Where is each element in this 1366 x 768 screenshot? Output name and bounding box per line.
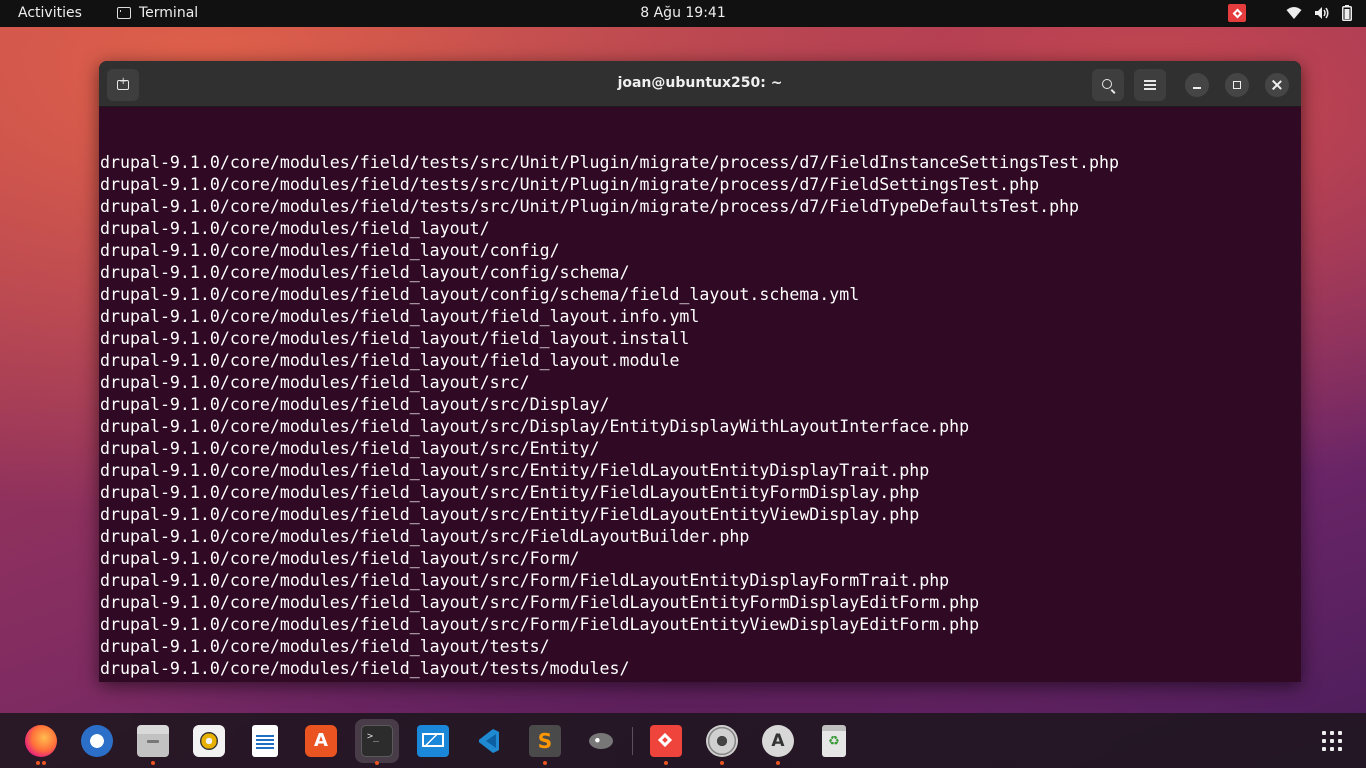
app-menu[interactable]: Terminal xyxy=(117,5,198,21)
dock-vscode[interactable] xyxy=(467,719,511,763)
terminal-line: drupal-9.1.0/core/modules/field_layout/t… xyxy=(100,680,1300,682)
terminal-line: drupal-9.1.0/core/modules/field_layout/s… xyxy=(100,417,970,436)
trash-icon xyxy=(822,725,846,757)
terminal-line: drupal-9.1.0/core/modules/field_layout/s… xyxy=(100,439,600,458)
dock-trash[interactable] xyxy=(812,719,856,763)
terminal-line: drupal-9.1.0/core/modules/field_layout/ xyxy=(100,219,490,238)
dock-rhythmbox[interactable] xyxy=(187,719,231,763)
volume-icon[interactable] xyxy=(1314,6,1330,20)
search-button[interactable] xyxy=(1092,69,1124,101)
gimp-icon xyxy=(585,725,617,757)
search-icon xyxy=(1102,79,1112,89)
software-updater-icon xyxy=(762,725,794,757)
dock-sublime[interactable] xyxy=(523,719,567,765)
dock xyxy=(0,713,1366,768)
dock-ubuntu-software[interactable] xyxy=(299,719,343,763)
close-icon xyxy=(1272,80,1282,90)
terminal-output[interactable]: drupal-9.1.0/core/modules/field/tests/sr… xyxy=(100,108,1300,682)
new-tab-icon xyxy=(117,76,129,90)
terminal-line: drupal-9.1.0/core/modules/field_layout/s… xyxy=(100,593,980,612)
minimize-icon xyxy=(1193,87,1201,89)
dock-system-monitor[interactable] xyxy=(411,719,455,763)
settings-icon xyxy=(706,725,738,757)
show-applications-button[interactable] xyxy=(1310,719,1354,763)
terminal-line: drupal-9.1.0/core/modules/field/tests/sr… xyxy=(100,175,1040,194)
terminal-line: drupal-9.1.0/core/modules/field/tests/sr… xyxy=(100,197,1080,216)
terminal-line: drupal-9.1.0/core/modules/field_layout/s… xyxy=(100,483,920,502)
dock-files[interactable] xyxy=(131,719,175,765)
system-monitor-icon xyxy=(417,725,449,757)
terminal-line: drupal-9.1.0/core/modules/field_layout/f… xyxy=(100,351,680,370)
hamburger-icon xyxy=(1144,80,1156,90)
maximize-icon xyxy=(1233,81,1241,89)
clock[interactable]: 8 Ağu 19:41 xyxy=(640,5,726,21)
terminal-line: drupal-9.1.0/core/modules/field_layout/s… xyxy=(100,505,920,524)
terminal-line: drupal-9.1.0/core/modules/field_layout/s… xyxy=(100,549,580,568)
menu-button[interactable] xyxy=(1134,69,1166,101)
sublime-text-icon xyxy=(529,725,561,757)
terminal-line: drupal-9.1.0/core/modules/field_layout/c… xyxy=(100,263,630,282)
minimize-button[interactable] xyxy=(1185,73,1209,97)
top-bar: Activities Terminal 8 Ağu 19:41 xyxy=(0,0,1366,27)
dock-settings[interactable] xyxy=(700,719,744,765)
terminal-line: drupal-9.1.0/core/modules/field_layout/f… xyxy=(100,329,690,348)
terminal-line: drupal-9.1.0/core/modules/field_layout/s… xyxy=(100,615,980,634)
files-icon xyxy=(137,725,169,757)
dock-software-updater[interactable] xyxy=(756,719,800,765)
dock-writer[interactable] xyxy=(243,719,287,763)
terminal-line: drupal-9.1.0/core/modules/field_layout/f… xyxy=(100,307,700,326)
dock-anydesk[interactable] xyxy=(644,719,688,765)
dock-thunderbird[interactable] xyxy=(75,719,119,763)
wifi-icon[interactable] xyxy=(1286,6,1302,20)
ubuntu-software-icon xyxy=(305,725,337,757)
app-grid-icon xyxy=(1322,731,1342,751)
dock-terminal[interactable] xyxy=(355,719,399,765)
battery-icon[interactable] xyxy=(1342,5,1352,21)
terminal-line: drupal-9.1.0/core/modules/field_layout/s… xyxy=(100,461,930,480)
terminal-line: drupal-9.1.0/core/modules/field_layout/s… xyxy=(100,527,750,546)
close-button[interactable] xyxy=(1265,73,1289,97)
app-name: Terminal xyxy=(139,5,199,21)
anydesk-icon xyxy=(650,725,682,757)
firefox-icon xyxy=(25,725,57,757)
new-tab-button[interactable] xyxy=(107,69,139,101)
terminal-line: drupal-9.1.0/core/modules/field_layout/c… xyxy=(100,285,860,304)
terminal-line: drupal-9.1.0/core/modules/field_layout/s… xyxy=(100,395,610,414)
title-bar[interactable]: joan@ubuntux250: ~ xyxy=(99,61,1301,107)
thunderbird-icon xyxy=(81,725,113,757)
dock-firefox[interactable] xyxy=(19,719,63,765)
terminal-line: drupal-9.1.0/core/modules/field_layout/t… xyxy=(100,637,550,656)
terminal-line: drupal-9.1.0/core/modules/field_layout/s… xyxy=(100,373,530,392)
activities-button[interactable]: Activities xyxy=(18,5,82,21)
writer-icon xyxy=(252,725,278,757)
terminal-icon xyxy=(117,7,131,19)
terminal-line: drupal-9.1.0/core/modules/field_layout/t… xyxy=(100,659,630,678)
terminal-line: drupal-9.1.0/core/modules/field_layout/s… xyxy=(100,571,950,590)
terminal-line: drupal-9.1.0/core/modules/field_layout/c… xyxy=(100,241,560,260)
anydesk-icon[interactable] xyxy=(1228,4,1246,22)
terminal-line: drupal-9.1.0/core/modules/field/tests/sr… xyxy=(100,153,1120,172)
system-tray[interactable] xyxy=(1228,4,1352,22)
dock-gimp[interactable] xyxy=(579,719,623,763)
terminal-icon xyxy=(361,725,393,757)
maximize-button[interactable] xyxy=(1225,73,1249,97)
vscode-icon xyxy=(473,725,505,757)
terminal-window: joan@ubuntux250: ~ drupal-9.1.0/core/mod… xyxy=(99,61,1301,682)
rhythmbox-icon xyxy=(193,725,225,757)
dock-separator xyxy=(632,727,633,755)
